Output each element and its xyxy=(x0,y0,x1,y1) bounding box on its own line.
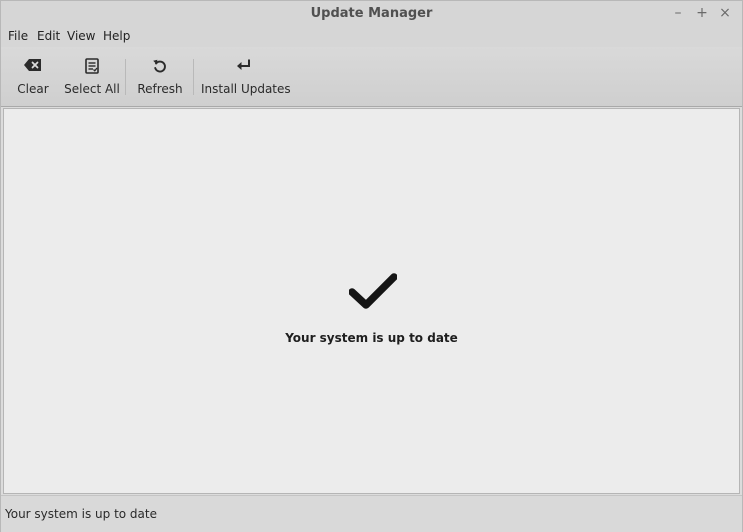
checklist-icon xyxy=(85,58,99,74)
update-manager-window: Update Manager – + × File Edit View Help… xyxy=(0,0,743,532)
enter-arrow-icon xyxy=(237,59,250,70)
menu-view[interactable]: View xyxy=(65,29,97,43)
refresh-icon xyxy=(153,59,166,73)
toolbar: Clear Select All Refresh Install Updates xyxy=(1,47,742,107)
select-all-button[interactable]: Select All xyxy=(63,47,121,105)
menu-file[interactable]: File xyxy=(6,29,30,43)
install-updates-label: Install Updates xyxy=(201,82,291,96)
updates-pane: Your system is up to date xyxy=(3,108,740,494)
select-all-label: Select All xyxy=(64,82,120,96)
refresh-button[interactable]: Refresh xyxy=(135,47,185,105)
toolbar-separator xyxy=(193,59,194,95)
menu-help[interactable]: Help xyxy=(101,29,132,43)
clear-button[interactable]: Clear xyxy=(11,47,55,105)
install-updates-button[interactable]: Install Updates xyxy=(201,47,291,105)
checkmark-icon xyxy=(349,273,397,309)
menu-bar: File Edit View Help xyxy=(1,27,742,47)
maximize-button[interactable]: + xyxy=(694,5,710,21)
status-text: Your system is up to date xyxy=(5,507,157,521)
refresh-label: Refresh xyxy=(137,82,183,96)
toolbar-separator xyxy=(125,59,126,95)
up-to-date-message: Your system is up to date xyxy=(285,331,458,345)
window-title: Update Manager xyxy=(310,6,433,21)
backspace-icon xyxy=(24,59,41,71)
minimize-button[interactable]: – xyxy=(670,5,686,21)
menu-edit[interactable]: Edit xyxy=(35,29,62,43)
status-bar: Your system is up to date xyxy=(1,495,742,532)
clear-label: Clear xyxy=(17,82,49,96)
close-button[interactable]: × xyxy=(717,5,733,21)
title-bar[interactable]: Update Manager – + × xyxy=(1,1,742,27)
